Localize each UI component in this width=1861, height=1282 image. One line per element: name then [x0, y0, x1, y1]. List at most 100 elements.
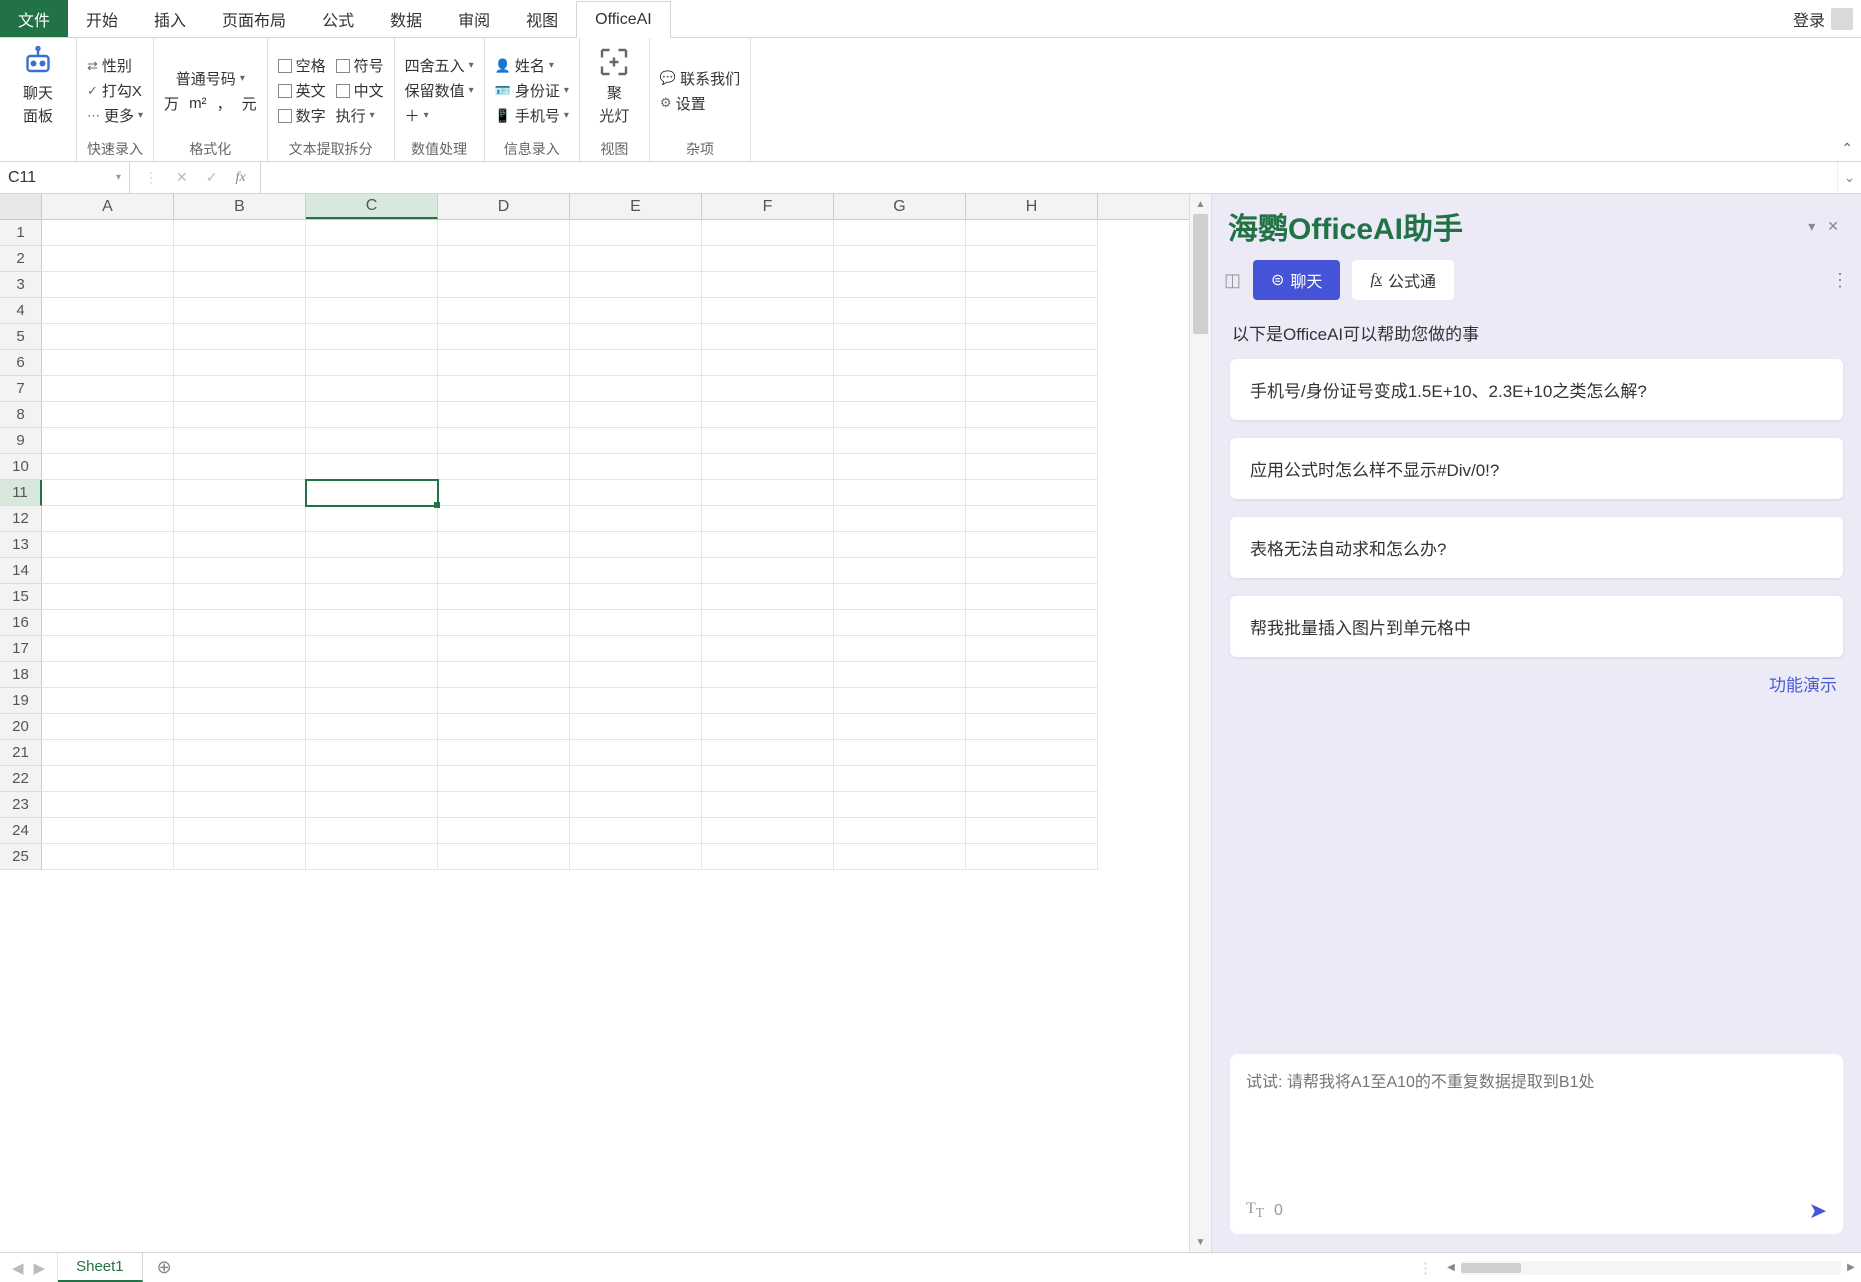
cell[interactable] [306, 844, 438, 870]
cell[interactable] [966, 688, 1098, 714]
round-button[interactable]: 四舍五入 [405, 55, 474, 76]
cell[interactable] [42, 688, 174, 714]
cell[interactable] [42, 740, 174, 766]
phone-button[interactable]: 📱手机号 [495, 105, 569, 126]
cell[interactable] [174, 272, 306, 298]
cell[interactable] [42, 662, 174, 688]
column-header[interactable]: D [438, 194, 570, 219]
cell[interactable] [834, 844, 966, 870]
cell[interactable] [570, 324, 702, 350]
chat-panel-button[interactable]: 聊天 面板 [10, 44, 66, 126]
tab-view[interactable]: 视图 [508, 0, 576, 37]
column-header[interactable]: A [42, 194, 174, 219]
cell[interactable] [174, 376, 306, 402]
cell[interactable] [306, 662, 438, 688]
row-header[interactable]: 19 [0, 688, 42, 714]
tab-layout[interactable]: 页面布局 [204, 0, 304, 37]
cell[interactable] [834, 376, 966, 402]
select-all-corner[interactable] [0, 194, 42, 219]
cell[interactable] [438, 506, 570, 532]
cell[interactable] [438, 740, 570, 766]
tab-formula[interactable]: 公式 [304, 0, 372, 37]
cell[interactable] [438, 298, 570, 324]
cell[interactable] [570, 844, 702, 870]
cell[interactable] [438, 324, 570, 350]
fx-icon[interactable]: fx [235, 170, 245, 186]
panel-close-icon[interactable]: ✕ [1821, 218, 1845, 235]
sheet-tab[interactable]: Sheet1 [58, 1253, 143, 1282]
cell[interactable] [966, 324, 1098, 350]
cell[interactable] [834, 714, 966, 740]
cell[interactable] [834, 792, 966, 818]
cell[interactable] [834, 402, 966, 428]
cell[interactable] [570, 688, 702, 714]
cell[interactable] [702, 662, 834, 688]
expand-formula-icon[interactable]: ⌄ [1837, 162, 1861, 193]
row-header[interactable]: 20 [0, 714, 42, 740]
row-header[interactable]: 15 [0, 584, 42, 610]
cell[interactable] [306, 636, 438, 662]
cell[interactable] [966, 272, 1098, 298]
cell[interactable] [174, 714, 306, 740]
tab-data[interactable]: 数据 [372, 0, 440, 37]
name-box[interactable]: C11 ▾ [0, 162, 130, 193]
cell[interactable] [306, 454, 438, 480]
cell[interactable] [438, 220, 570, 246]
cell[interactable] [834, 506, 966, 532]
row-header[interactable]: 6 [0, 350, 42, 376]
cell[interactable] [174, 610, 306, 636]
send-icon[interactable]: ➤ [1809, 1198, 1827, 1224]
yuan-button[interactable]: 元 [242, 93, 257, 114]
cell[interactable] [834, 558, 966, 584]
row-header[interactable]: 23 [0, 792, 42, 818]
cell[interactable] [174, 558, 306, 584]
cell[interactable] [438, 792, 570, 818]
cube-icon[interactable]: ◫ [1224, 270, 1241, 291]
cell[interactable] [834, 324, 966, 350]
settings-button[interactable]: ⚙设置 [660, 93, 740, 114]
cell[interactable] [438, 584, 570, 610]
cell[interactable] [570, 662, 702, 688]
cell[interactable] [174, 662, 306, 688]
row-header[interactable]: 12 [0, 506, 42, 532]
cell[interactable] [174, 506, 306, 532]
cell[interactable] [570, 558, 702, 584]
cell[interactable] [174, 636, 306, 662]
cell[interactable] [306, 272, 438, 298]
column-header[interactable]: E [570, 194, 702, 219]
cell[interactable] [438, 662, 570, 688]
cell[interactable] [834, 636, 966, 662]
vertical-scrollbar[interactable]: ▲ ▼ [1189, 194, 1211, 1252]
cell[interactable] [702, 714, 834, 740]
cell[interactable] [42, 766, 174, 792]
cell[interactable] [42, 480, 174, 506]
cell[interactable] [42, 532, 174, 558]
cell[interactable] [702, 610, 834, 636]
cell[interactable] [702, 766, 834, 792]
name-button[interactable]: 👤姓名 [495, 55, 569, 76]
cell[interactable] [702, 324, 834, 350]
cell[interactable] [834, 766, 966, 792]
tab-home[interactable]: 开始 [68, 0, 136, 37]
cell[interactable] [570, 246, 702, 272]
cell[interactable] [42, 298, 174, 324]
cell[interactable] [174, 220, 306, 246]
column-header[interactable]: F [702, 194, 834, 219]
cell[interactable] [834, 298, 966, 324]
row-header[interactable]: 9 [0, 428, 42, 454]
cell[interactable] [570, 766, 702, 792]
column-header[interactable]: C [306, 194, 438, 219]
cell[interactable] [438, 766, 570, 792]
cell[interactable] [306, 610, 438, 636]
column-header[interactable]: H [966, 194, 1098, 219]
cell[interactable] [42, 584, 174, 610]
cell[interactable] [570, 402, 702, 428]
tab-file[interactable]: 文件 [0, 0, 68, 37]
cell[interactable] [966, 480, 1098, 506]
cell[interactable] [570, 376, 702, 402]
cell[interactable] [570, 298, 702, 324]
cell[interactable] [438, 532, 570, 558]
row-header[interactable]: 7 [0, 376, 42, 402]
cell[interactable] [966, 220, 1098, 246]
cancel-icon[interactable]: ✕ [176, 169, 188, 186]
